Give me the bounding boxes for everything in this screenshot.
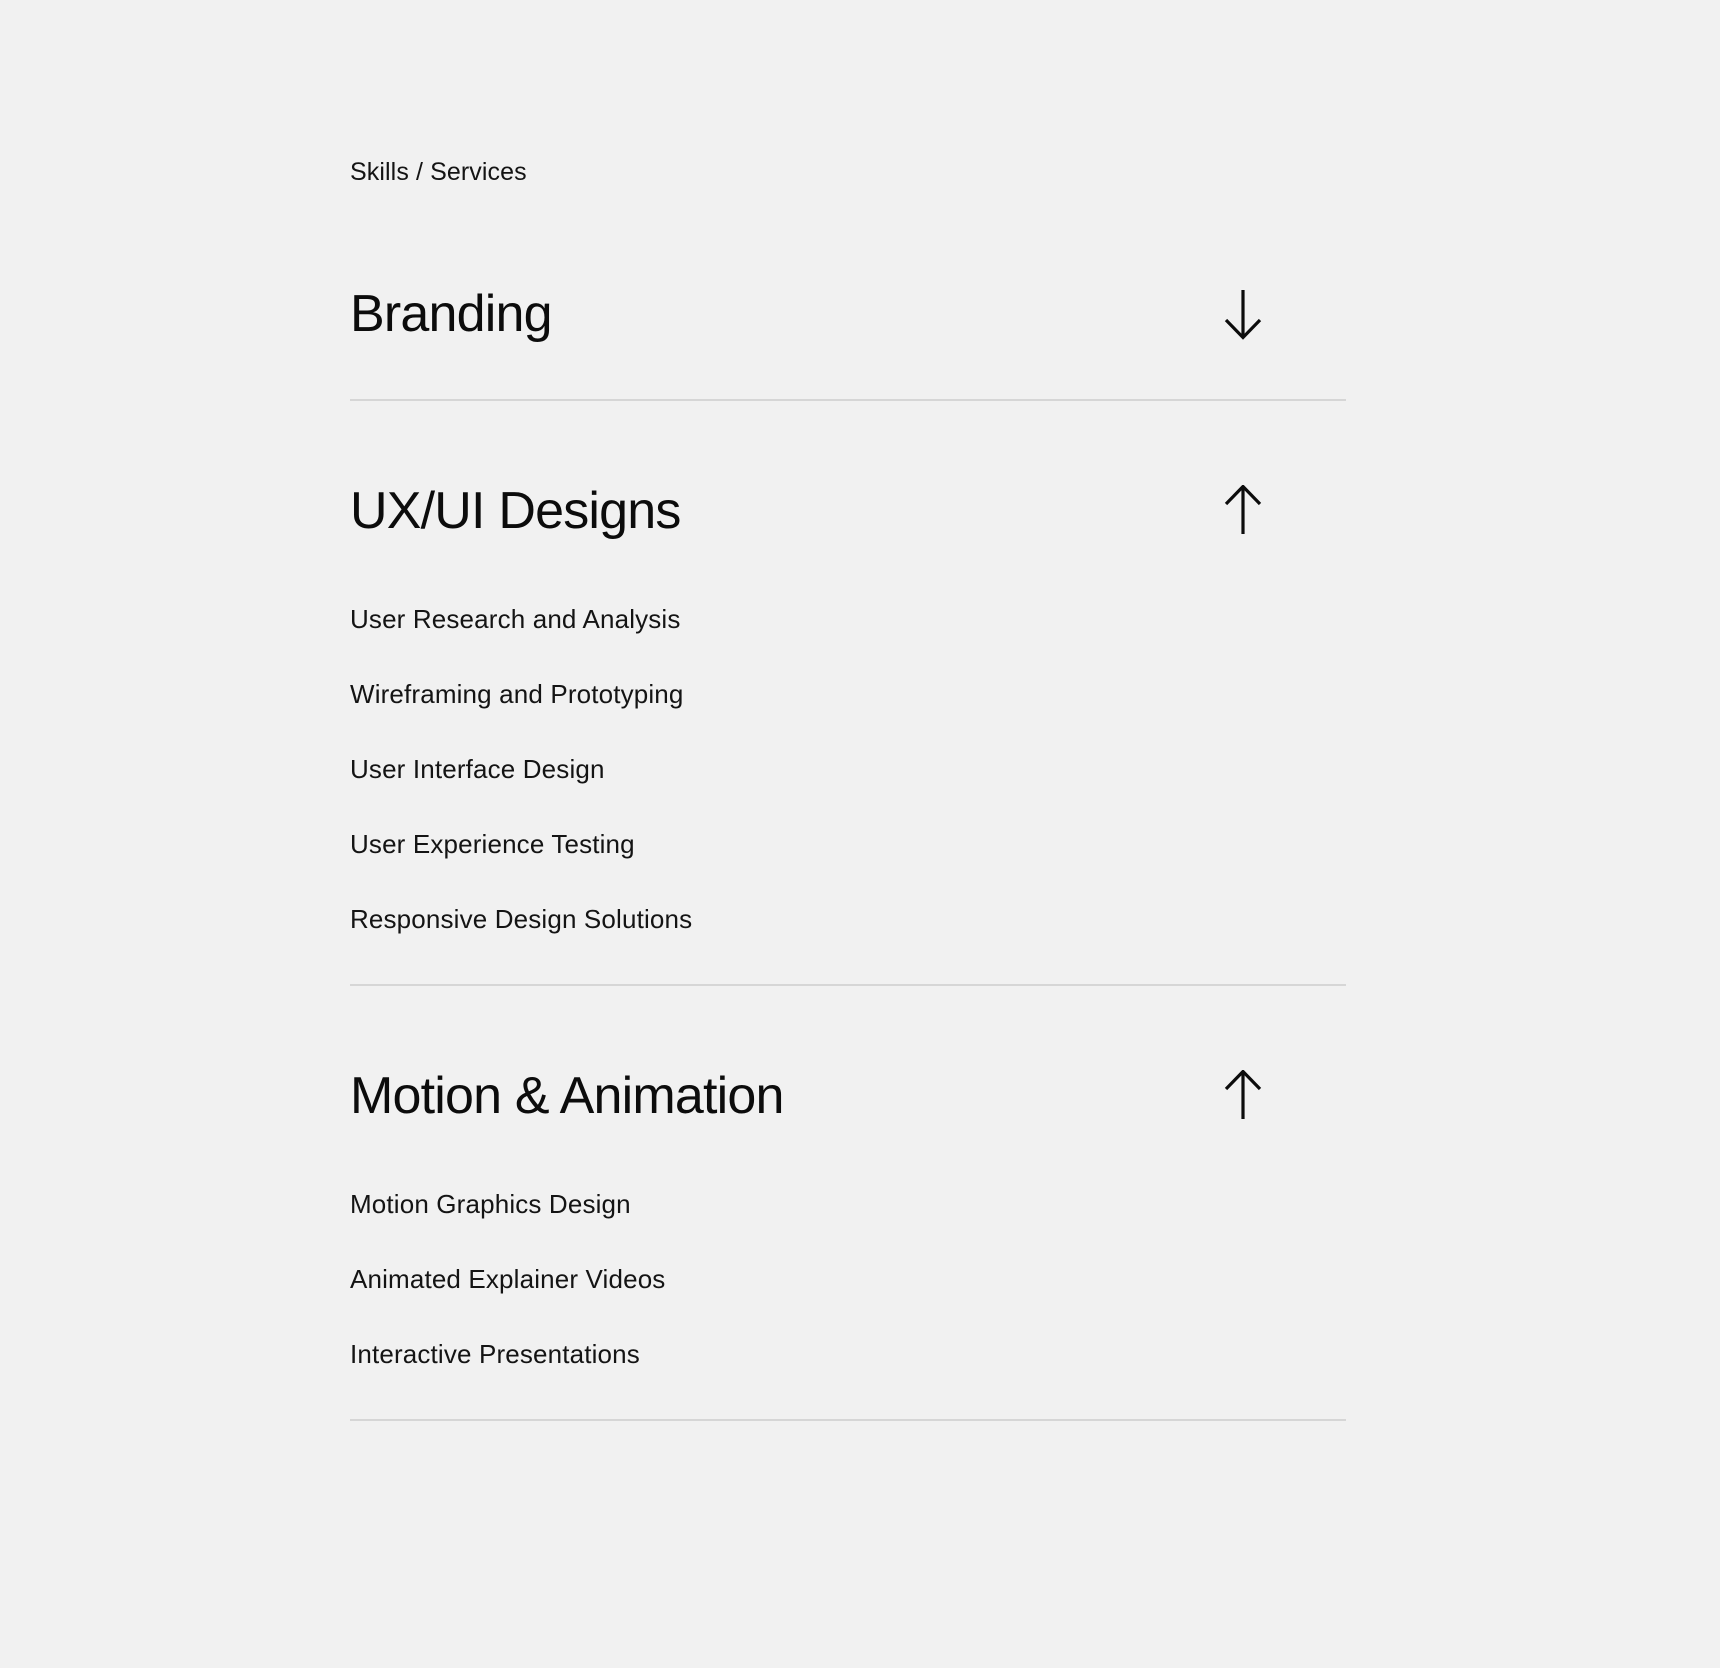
accordion-header-motion-animation[interactable]: Motion & Animation bbox=[350, 1041, 1346, 1151]
accordion-panel-motion-animation: Motion Graphics Design Animated Explaine… bbox=[350, 1151, 1346, 1419]
arrow-up-icon[interactable] bbox=[1220, 1068, 1266, 1124]
arrow-up-icon[interactable] bbox=[1220, 483, 1266, 539]
accordion-title-motion-animation: Motion & Animation bbox=[350, 1066, 784, 1125]
accordion-item-branding: Branding bbox=[350, 185, 1346, 373]
service-item[interactable]: User Experience Testing bbox=[350, 831, 1346, 857]
accordion-panel-ux-ui-designs: User Research and Analysis Wireframing a… bbox=[350, 566, 1346, 984]
service-item[interactable]: Responsive Design Solutions bbox=[350, 906, 1346, 932]
service-item[interactable]: Animated Explainer Videos bbox=[350, 1266, 1346, 1292]
service-item[interactable]: Motion Graphics Design bbox=[350, 1191, 1346, 1217]
skills-services-page: Skills / Services Branding UX/UI Designs… bbox=[0, 0, 1720, 1668]
service-list-motion-animation: Motion Graphics Design Animated Explaine… bbox=[350, 1191, 1346, 1367]
service-item[interactable]: Interactive Presentations bbox=[350, 1341, 1346, 1367]
section-label: Skills / Services bbox=[350, 158, 527, 186]
accordion-item-motion-animation: Motion & Animation Motion Graphics Desig… bbox=[350, 986, 1346, 1419]
accordion-title-branding: Branding bbox=[350, 284, 553, 343]
services-accordion: Branding UX/UI Designs User Research and… bbox=[350, 185, 1346, 1421]
service-list-ux-ui-designs: User Research and Analysis Wireframing a… bbox=[350, 606, 1346, 932]
arrow-down-icon[interactable] bbox=[1220, 286, 1266, 342]
accordion-header-ux-ui-designs[interactable]: UX/UI Designs bbox=[350, 456, 1346, 566]
accordion-item-ux-ui-designs: UX/UI Designs User Research and Analysis… bbox=[350, 401, 1346, 984]
accordion-header-branding[interactable]: Branding bbox=[350, 255, 1346, 373]
service-item[interactable]: User Research and Analysis bbox=[350, 606, 1346, 632]
divider bbox=[350, 1419, 1346, 1421]
service-item[interactable]: Wireframing and Prototyping bbox=[350, 681, 1346, 707]
service-item[interactable]: User Interface Design bbox=[350, 756, 1346, 782]
accordion-title-ux-ui-designs: UX/UI Designs bbox=[350, 481, 681, 540]
content-column: Skills / Services Branding UX/UI Designs… bbox=[350, 0, 1346, 1421]
